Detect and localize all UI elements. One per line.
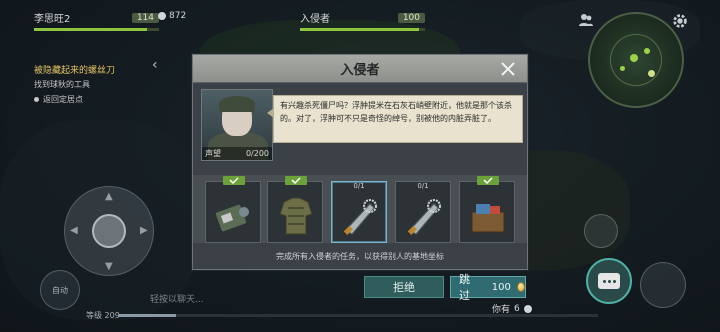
quest-tracker[interactable]: 被隐藏起来的螺丝刀 找到球秋的工具 返回定居点 [34,63,164,105]
id-card-icon [215,204,249,232]
quest-back-label: 返回定居点 [43,95,83,104]
item-progress: 0/1 [417,182,429,190]
skip-label: 跳过 [459,273,470,302]
owned-count: 6 [514,303,520,314]
auto-label: 自动 [52,285,68,295]
player-level: 114 [131,12,159,23]
invader-dialog: 入侵者 声望 0/200 有兴趣杀死僵尸吗？浮肿提米在石灰石峭壁附近，他就是那个… [192,54,528,270]
saw-blade-machete-icon [343,199,377,235]
chat-bubble-icon [598,273,620,289]
dialog-body: 声望 0/200 有兴趣杀死僵尸吗？浮肿提米在石灰石峭壁附近，他就是那个该杀的。… [193,83,527,269]
quest-item-3[interactable]: 0/1 [331,181,387,243]
attack-button[interactable] [640,262,686,308]
quest-back-item: 返回定居点 [34,94,164,105]
enemy-name: 入侵者 [300,14,330,25]
quest-item-1[interactable] [205,176,261,243]
owned-label: 你有 [492,305,511,315]
chat-input[interactable]: 轻按以聊天... [150,292,204,305]
skip-cost: 100 [491,281,511,293]
power-icon [158,12,166,20]
quest-title: 被隐藏起来的螺丝刀 [34,66,116,76]
enemy-hud: 入侵者 100 [300,10,425,31]
quest-item-5[interactable] [459,176,515,243]
item-progress: 0/1 [353,182,365,190]
player-total-level: 等级 209 [86,311,120,320]
quest-subtitle: 找到球秋的工具 [34,80,90,89]
skip-button[interactable]: 跳过 100 [450,273,526,302]
reputation-label: 声望 [205,149,221,158]
player-name: 李思旺2 [34,14,71,25]
enemy-level: 100 [397,12,425,23]
reject-label: 拒绝 [393,281,415,294]
gear-icon[interactable] [671,12,689,30]
aim-button[interactable] [584,214,618,248]
check-icon [223,176,245,185]
chat-button[interactable] [586,258,632,304]
player-hud: 李思旺2 114 [34,10,159,31]
close-icon[interactable] [499,60,517,78]
quest-item-2[interactable] [267,176,323,243]
npc-portrait: 声望 0/200 [201,89,273,161]
saw-blade-machete-icon [407,199,441,235]
dialog-title: 入侵者 [340,63,380,78]
npc-reputation: 声望 0/200 [202,147,272,160]
armor-jacket-icon [279,197,313,235]
dialog-footer: 完成所有入侵者的任务，以获得别人的基地坐标 [276,252,444,261]
currency-owned: 你有 6 [492,302,532,315]
player-power: 872 [158,11,186,21]
supply-crate-icon [471,204,505,233]
reject-button[interactable]: 拒绝 [364,276,444,298]
minimap[interactable] [588,12,684,108]
currency-icon [523,304,532,313]
dialog-header: 入侵者 [193,55,527,83]
coin-icon [516,282,525,292]
quest-item-4[interactable]: 0/1 [395,181,451,243]
check-icon [477,176,499,185]
check-icon [285,176,307,185]
power-value: 872 [169,11,187,21]
friends-icon[interactable] [578,12,594,28]
joystick-knob[interactable] [92,214,126,248]
npc-speech: 有兴趣杀死僵尸吗？浮肿提米在石灰石峭壁附近，他就是那个该杀的。对了，浮肿可不只是… [267,95,523,143]
reputation-progress: 0/200 [245,149,269,158]
player-health-bar [34,28,159,31]
bullet-icon [34,97,39,102]
enemy-health-bar [300,28,425,31]
movement-joystick[interactable]: ▲ ▼ ◀ ▶ [64,186,154,276]
auto-button[interactable]: 自动 [40,270,80,310]
